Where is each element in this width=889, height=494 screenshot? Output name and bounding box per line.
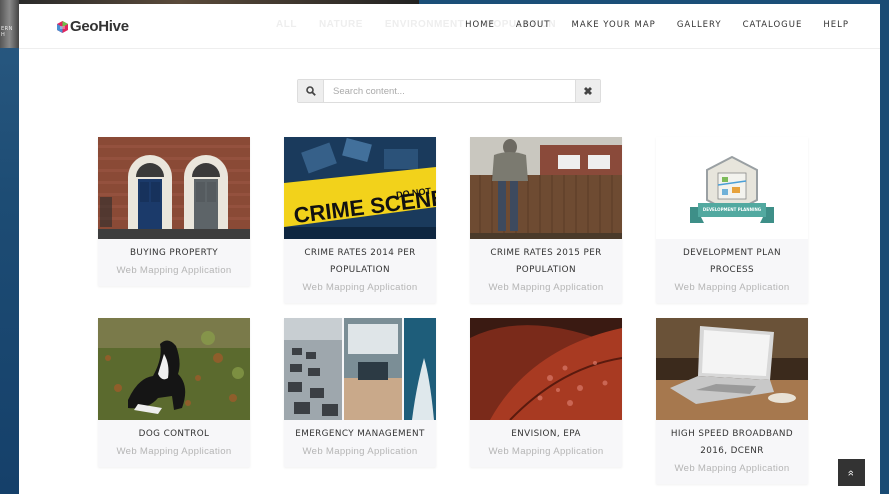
geohive-logo-icon — [57, 20, 68, 33]
card-subtitle: Web Mapping Application — [674, 282, 790, 293]
laptop-thumbnail — [656, 318, 808, 420]
search-bar: ✖ — [297, 79, 601, 103]
app-card-crime-rates-2014[interactable]: CRIME SCENE DO NOT CRIME RATES 2014 PER … — [284, 137, 436, 303]
card-title: DOG CONTROL — [138, 429, 210, 439]
tab-environment[interactable]: ENVIRONMENT — [385, 19, 464, 30]
crime-scene-tape-thumbnail: CRIME SCENE DO NOT — [284, 137, 436, 239]
card-subtitle: Web Mapping Application — [302, 282, 418, 293]
card-title: BUYING PROPERTY — [129, 248, 219, 258]
georgian-doors-thumbnail — [98, 137, 250, 239]
card-subtitle: Web Mapping Application — [674, 463, 790, 474]
development-planning-badge-text: DEVELOPMENT PLANNING — [702, 207, 762, 212]
gallery-page: GeoHive ALL NATURE ENVIRONMENT POPULATIO… — [19, 4, 880, 494]
app-card-crime-rates-2015[interactable]: CRIME RATES 2015 PER POPULATION Web Mapp… — [470, 137, 622, 303]
main-nav: HOME ABOUT MAKE YOUR MAP GALLERY CATALOG… — [465, 20, 849, 30]
app-card-buying-property[interactable]: BUYING PROPERTY Web Mapping Application — [98, 137, 250, 286]
nav-home[interactable]: HOME — [465, 20, 495, 30]
app-card-high-speed-broadband[interactable]: HIGH SPEED BROADBAND 2016, DCENR Web Map… — [656, 318, 808, 484]
tab-all[interactable]: ALL — [276, 19, 297, 30]
card-title: ENVISION, EPA — [511, 429, 581, 439]
search-icon — [305, 86, 316, 96]
card-subtitle: Web Mapping Application — [488, 446, 604, 457]
card-subtitle: Web Mapping Application — [302, 446, 418, 457]
card-title: DEVELOPMENT PLAN PROCESS — [682, 248, 782, 275]
app-card-envision-epa[interactable]: ENVISION, EPA Web Mapping Application — [470, 318, 622, 467]
background-banner-image: ERN H — [0, 0, 19, 48]
logo-text: GeoHive — [70, 18, 129, 35]
background-left-strip: ERN H — [0, 0, 19, 494]
card-title: CRIME RATES 2014 PER POPULATION — [304, 248, 416, 275]
card-title: HIGH SPEED BROADBAND 2016, DCENR — [670, 429, 794, 456]
card-subtitle: Web Mapping Application — [116, 446, 232, 457]
card-title: EMERGENCY MANAGEMENT — [295, 429, 425, 439]
nav-gallery[interactable]: GALLERY — [677, 20, 722, 30]
site-logo[interactable]: GeoHive — [57, 18, 129, 35]
scroll-to-top-button[interactable]: » — [838, 459, 865, 486]
wet-leaf-thumbnail — [470, 318, 622, 420]
background-right-strip — [880, 0, 889, 494]
nav-help[interactable]: HELP — [823, 20, 849, 30]
site-header: GeoHive ALL NATURE ENVIRONMENT POPULATIO… — [19, 4, 880, 49]
app-card-dog-control[interactable]: DOG CONTROL Web Mapping Application — [98, 318, 250, 467]
tab-nature[interactable]: NATURE — [319, 19, 363, 30]
card-subtitle: Web Mapping Application — [116, 265, 232, 276]
border-collie-thumbnail — [98, 318, 250, 420]
development-planning-badge: DEVELOPMENT PLANNING — [656, 137, 808, 239]
app-card-development-plan[interactable]: DEVELOPMENT PLANNING DEVELOPMENT PLAN PR… — [656, 137, 808, 303]
man-at-fence-thumbnail — [470, 137, 622, 239]
close-icon: ✖ — [583, 85, 593, 98]
nav-about[interactable]: ABOUT — [516, 20, 551, 30]
card-subtitle: Web Mapping Application — [488, 282, 604, 293]
chevron-up-icon: » — [845, 469, 858, 476]
nav-catalogue[interactable]: CATALOGUE — [743, 20, 803, 30]
search-input[interactable] — [324, 80, 575, 102]
card-title: CRIME RATES 2015 PER POPULATION — [490, 248, 602, 275]
background-banner-text: ERN H — [1, 26, 13, 38]
nav-make-your-map[interactable]: MAKE YOUR MAP — [571, 20, 655, 30]
clear-search-button[interactable]: ✖ — [575, 80, 600, 102]
app-card-emergency-management[interactable]: EMERGENCY MANAGEMENT Web Mapping Applica… — [284, 318, 436, 467]
traffic-flood-thumbnail — [284, 318, 436, 420]
search-button[interactable] — [298, 80, 324, 102]
